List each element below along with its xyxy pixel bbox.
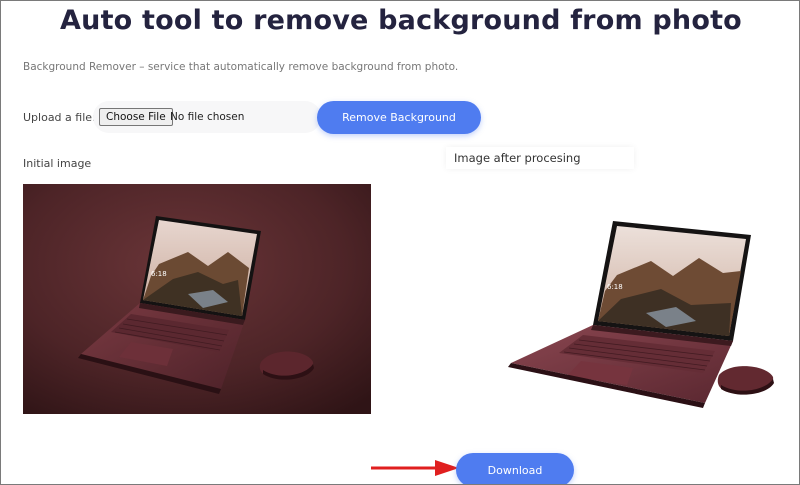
initial-image-label: Initial image (23, 157, 92, 170)
initial-image: 6:18 (23, 184, 371, 414)
upload-label: Upload a file: (23, 111, 96, 124)
processed-image-label: Image after procesing (446, 147, 634, 169)
remove-background-button[interactable]: Remove Background (317, 101, 481, 134)
choose-file-button[interactable]: Choose File (99, 108, 173, 126)
page-subtitle: Background Remover – service that automa… (23, 61, 459, 73)
laptop-clock-text: 6:18 (151, 270, 167, 278)
laptop-clock-text-processed: 6:18 (607, 283, 623, 291)
app-window: Auto tool to remove background from phot… (0, 0, 800, 485)
download-button[interactable]: Download (456, 453, 574, 484)
processed-image: 6:18 (508, 221, 774, 408)
file-status-text: No file chosen (170, 111, 245, 123)
page-title: Auto tool to remove background from phot… (60, 5, 742, 36)
red-arrow-icon (371, 460, 459, 476)
